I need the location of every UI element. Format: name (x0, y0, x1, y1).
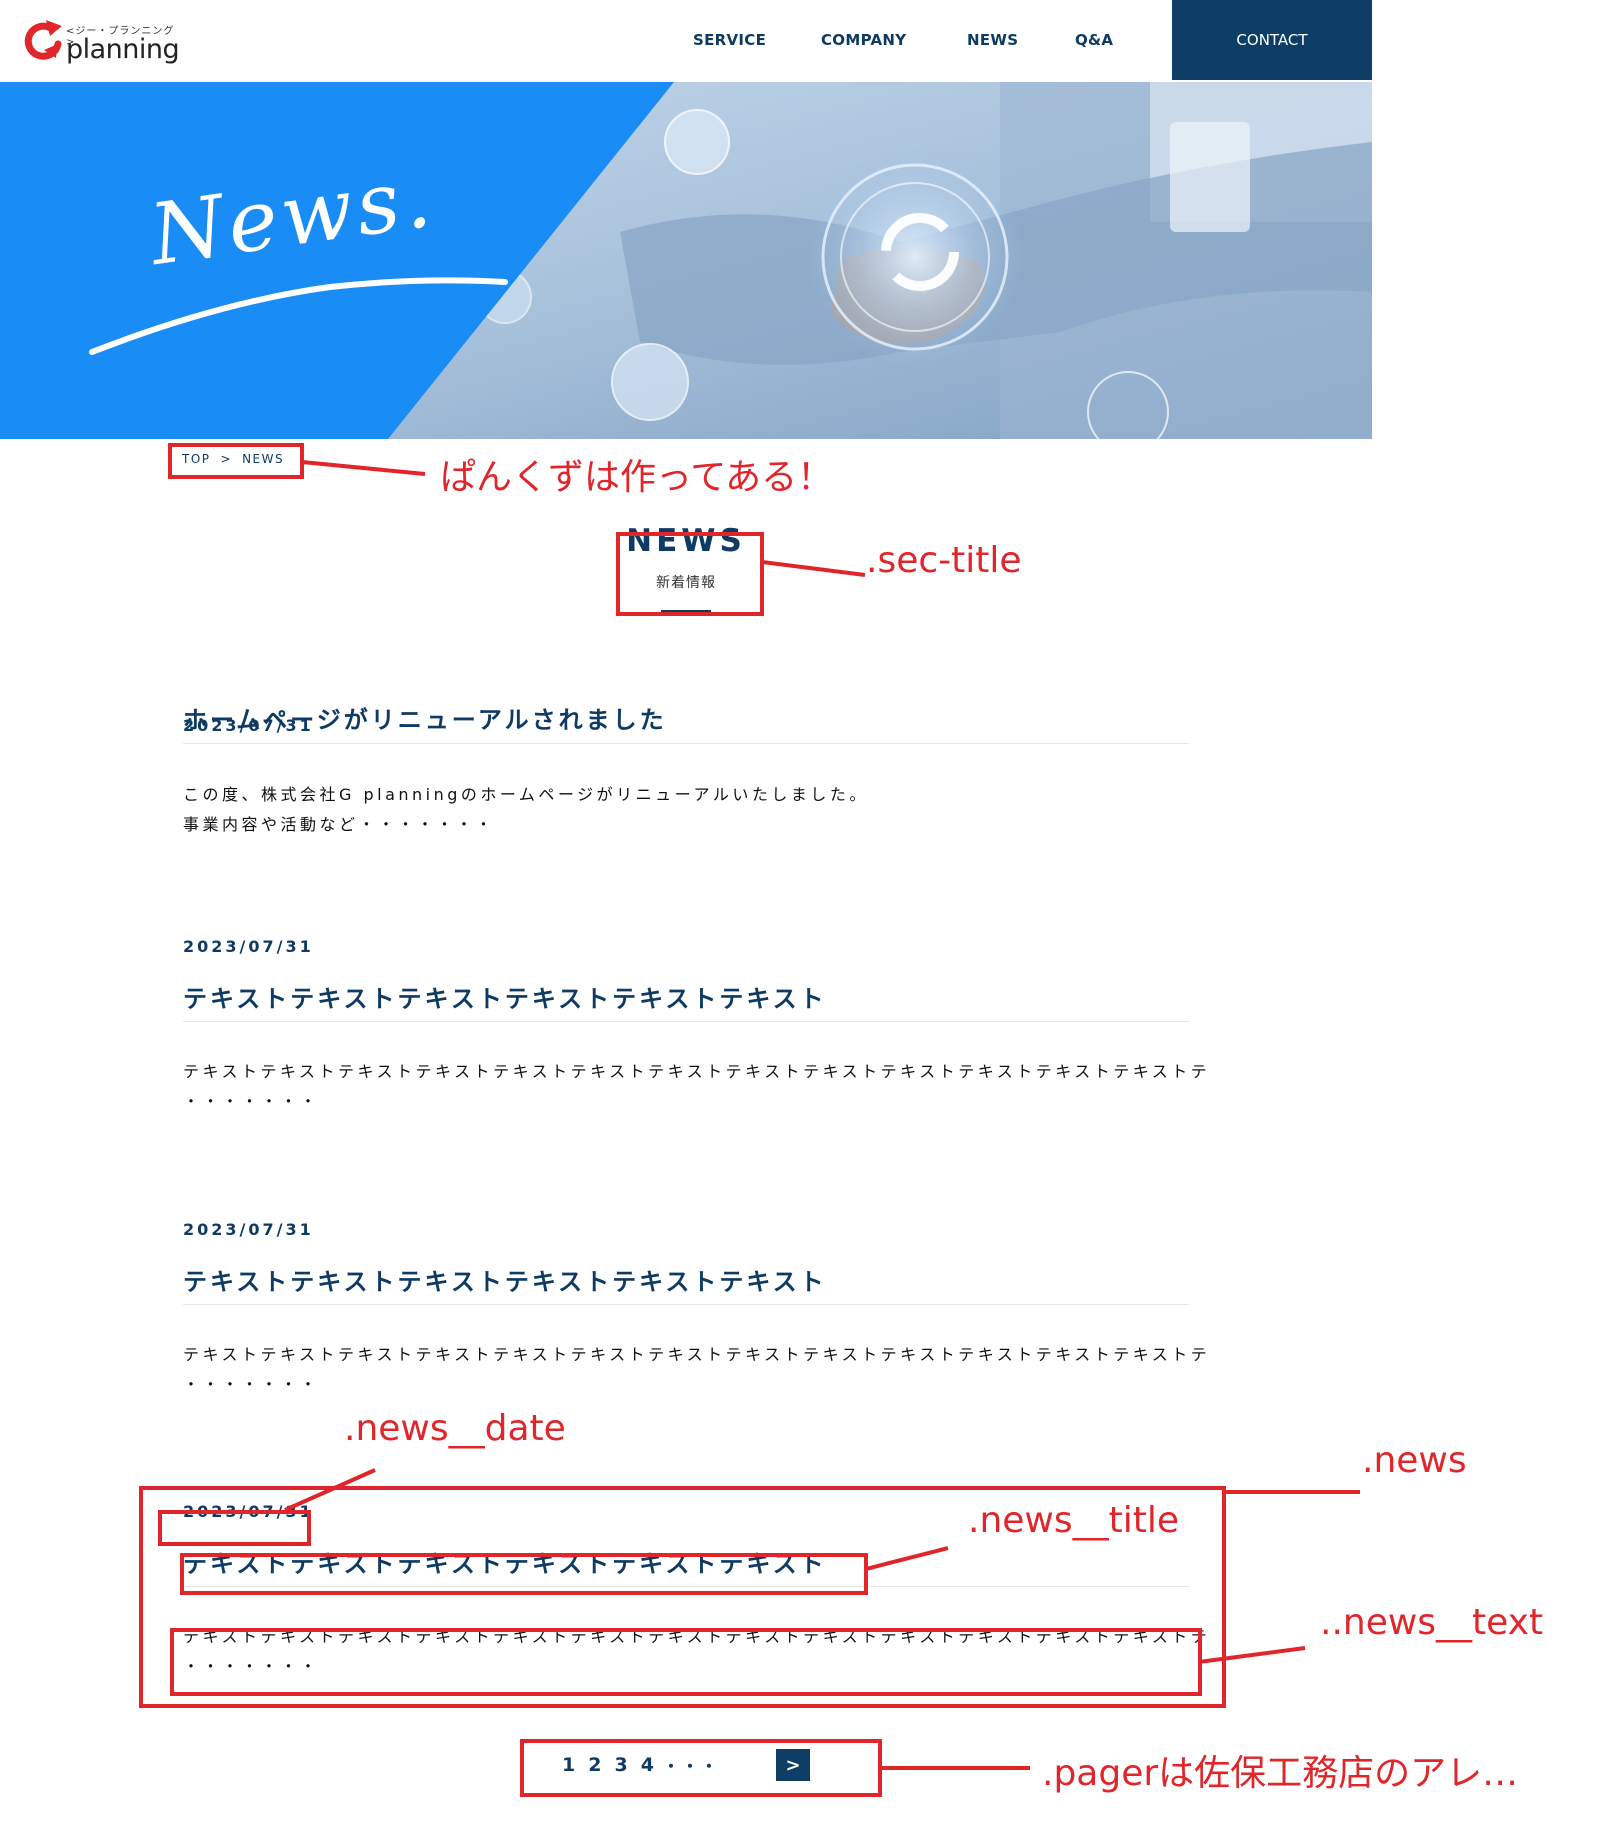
annotation-label-news-date: .news__date (344, 1408, 566, 1449)
annotation-box-news-text (170, 1628, 1202, 1696)
annotation-box-sec-title (616, 532, 764, 616)
annotation-box-news-date (158, 1510, 311, 1546)
annotation-label-news: .news (1362, 1440, 1467, 1481)
annotation-label-breadcrumb: ぱんくずは作ってある！ (440, 457, 834, 498)
annotation-box-news-title (180, 1553, 868, 1595)
annotation-box-pager (520, 1739, 882, 1797)
annotation-label-news-title: .news__title (968, 1500, 1179, 1541)
annotation-label-sec-title: .sec-title (866, 540, 1022, 581)
annotation-label-pager: .pagerは佐保工務店のアレ… (1042, 1753, 1519, 1794)
annotation-label-news-text: ..news__text (1320, 1602, 1544, 1643)
annotation-box-breadcrumb (168, 443, 304, 479)
